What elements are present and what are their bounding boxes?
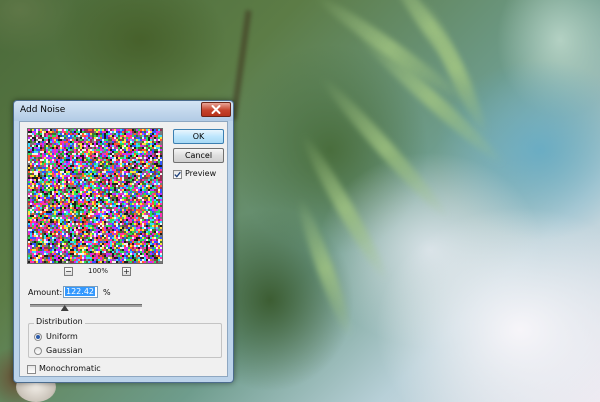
dialog-title-bar[interactable]: Add Noise bbox=[14, 101, 233, 121]
distribution-title: Distribution bbox=[34, 317, 85, 326]
close-icon bbox=[211, 105, 221, 114]
noise-preview-image bbox=[28, 129, 162, 263]
ok-button[interactable]: OK bbox=[173, 129, 224, 144]
checkmark-icon bbox=[174, 171, 181, 178]
preview-label: Preview bbox=[185, 169, 217, 178]
zoom-in-button[interactable]: + bbox=[122, 267, 131, 276]
amount-input[interactable]: 122.42 bbox=[63, 286, 98, 298]
close-button[interactable] bbox=[201, 102, 231, 117]
preview-checkbox[interactable] bbox=[173, 170, 182, 179]
gaussian-radio[interactable] bbox=[34, 347, 42, 355]
zoom-level: 100% bbox=[87, 267, 108, 275]
gaussian-label: Gaussian bbox=[46, 346, 83, 355]
amount-slider-track[interactable] bbox=[30, 304, 142, 307]
amount-unit: % bbox=[103, 288, 111, 297]
cancel-button[interactable]: Cancel bbox=[173, 148, 224, 163]
amount-value: 122.42 bbox=[65, 287, 95, 296]
zoom-out-button[interactable]: − bbox=[64, 267, 73, 276]
dialog-body: − 100% + OK Cancel Preview Amount: 122.4… bbox=[19, 121, 228, 377]
uniform-label: Uniform bbox=[46, 332, 78, 341]
add-noise-dialog: Add Noise − 100% + OK Cancel Preview Amo… bbox=[13, 100, 234, 383]
dialog-title: Add Noise bbox=[20, 105, 66, 115]
monochromatic-checkbox[interactable] bbox=[27, 365, 36, 374]
uniform-radio[interactable] bbox=[34, 333, 42, 341]
amount-label: Amount: bbox=[28, 288, 63, 297]
monochromatic-label: Monochromatic bbox=[39, 364, 101, 373]
noise-preview[interactable] bbox=[27, 128, 163, 264]
radio-selected-dot bbox=[36, 335, 40, 339]
